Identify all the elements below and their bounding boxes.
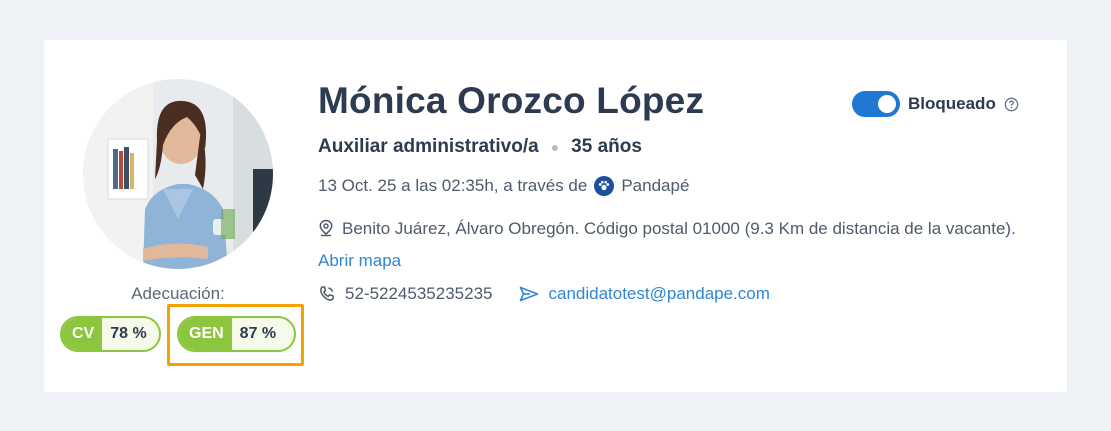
separator-dot: ● [550, 139, 560, 155]
phone-icon [318, 285, 336, 303]
candidate-name: Mónica Orozco López [318, 80, 705, 121]
badge-value: 78 % [110, 325, 147, 342]
pandape-logo-icon [594, 176, 615, 196]
applied-date: 13 Oct. 25 a las 02:35h, a través de [318, 176, 588, 195]
location-pin-icon [318, 217, 334, 246]
phone-number[interactable]: 52-5224535235235 [345, 284, 492, 304]
candidate-address: Benito Juárez, Álvaro Obregón. Código po… [318, 214, 1018, 275]
badge-code: CV [62, 318, 103, 350]
toggle-knob [878, 95, 896, 113]
blocked-toggle[interactable] [852, 91, 900, 117]
application-info: 13 Oct. 25 a las 02:35h, a través de Pan… [318, 176, 689, 196]
adequacy-badge-cv[interactable]: CV 78 % [60, 316, 161, 352]
candidate-age: 35 años [571, 136, 642, 157]
email-container: candidatotest@pandape.com [519, 284, 770, 304]
candidate-position: Auxiliar administrativo/a [318, 136, 539, 157]
send-icon [519, 286, 539, 302]
candidate-avatar [83, 79, 273, 269]
contact-info: 52-5224535235235 candidatotest@pandape.c… [318, 284, 770, 304]
address-text: Benito Juárez, Álvaro Obregón. Código po… [342, 219, 1016, 238]
blocked-toggle-label: Bloqueado [908, 94, 996, 113]
adequacy-label: Adecuación: [131, 284, 225, 303]
candidate-subtitle: Auxiliar administrativo/a ● 35 años [318, 136, 642, 158]
highlight-box [167, 304, 304, 366]
open-map-link[interactable]: Abrir mapa [318, 251, 401, 270]
candidate-card: Adecuación: CV 78 % GEN 87 % Mónica Oroz… [44, 40, 1067, 392]
application-source: Pandapé [621, 176, 690, 195]
block-toggle-group: Bloqueado [852, 91, 1019, 117]
help-icon[interactable] [1004, 97, 1019, 112]
email-link[interactable]: candidatotest@pandape.com [548, 284, 769, 304]
